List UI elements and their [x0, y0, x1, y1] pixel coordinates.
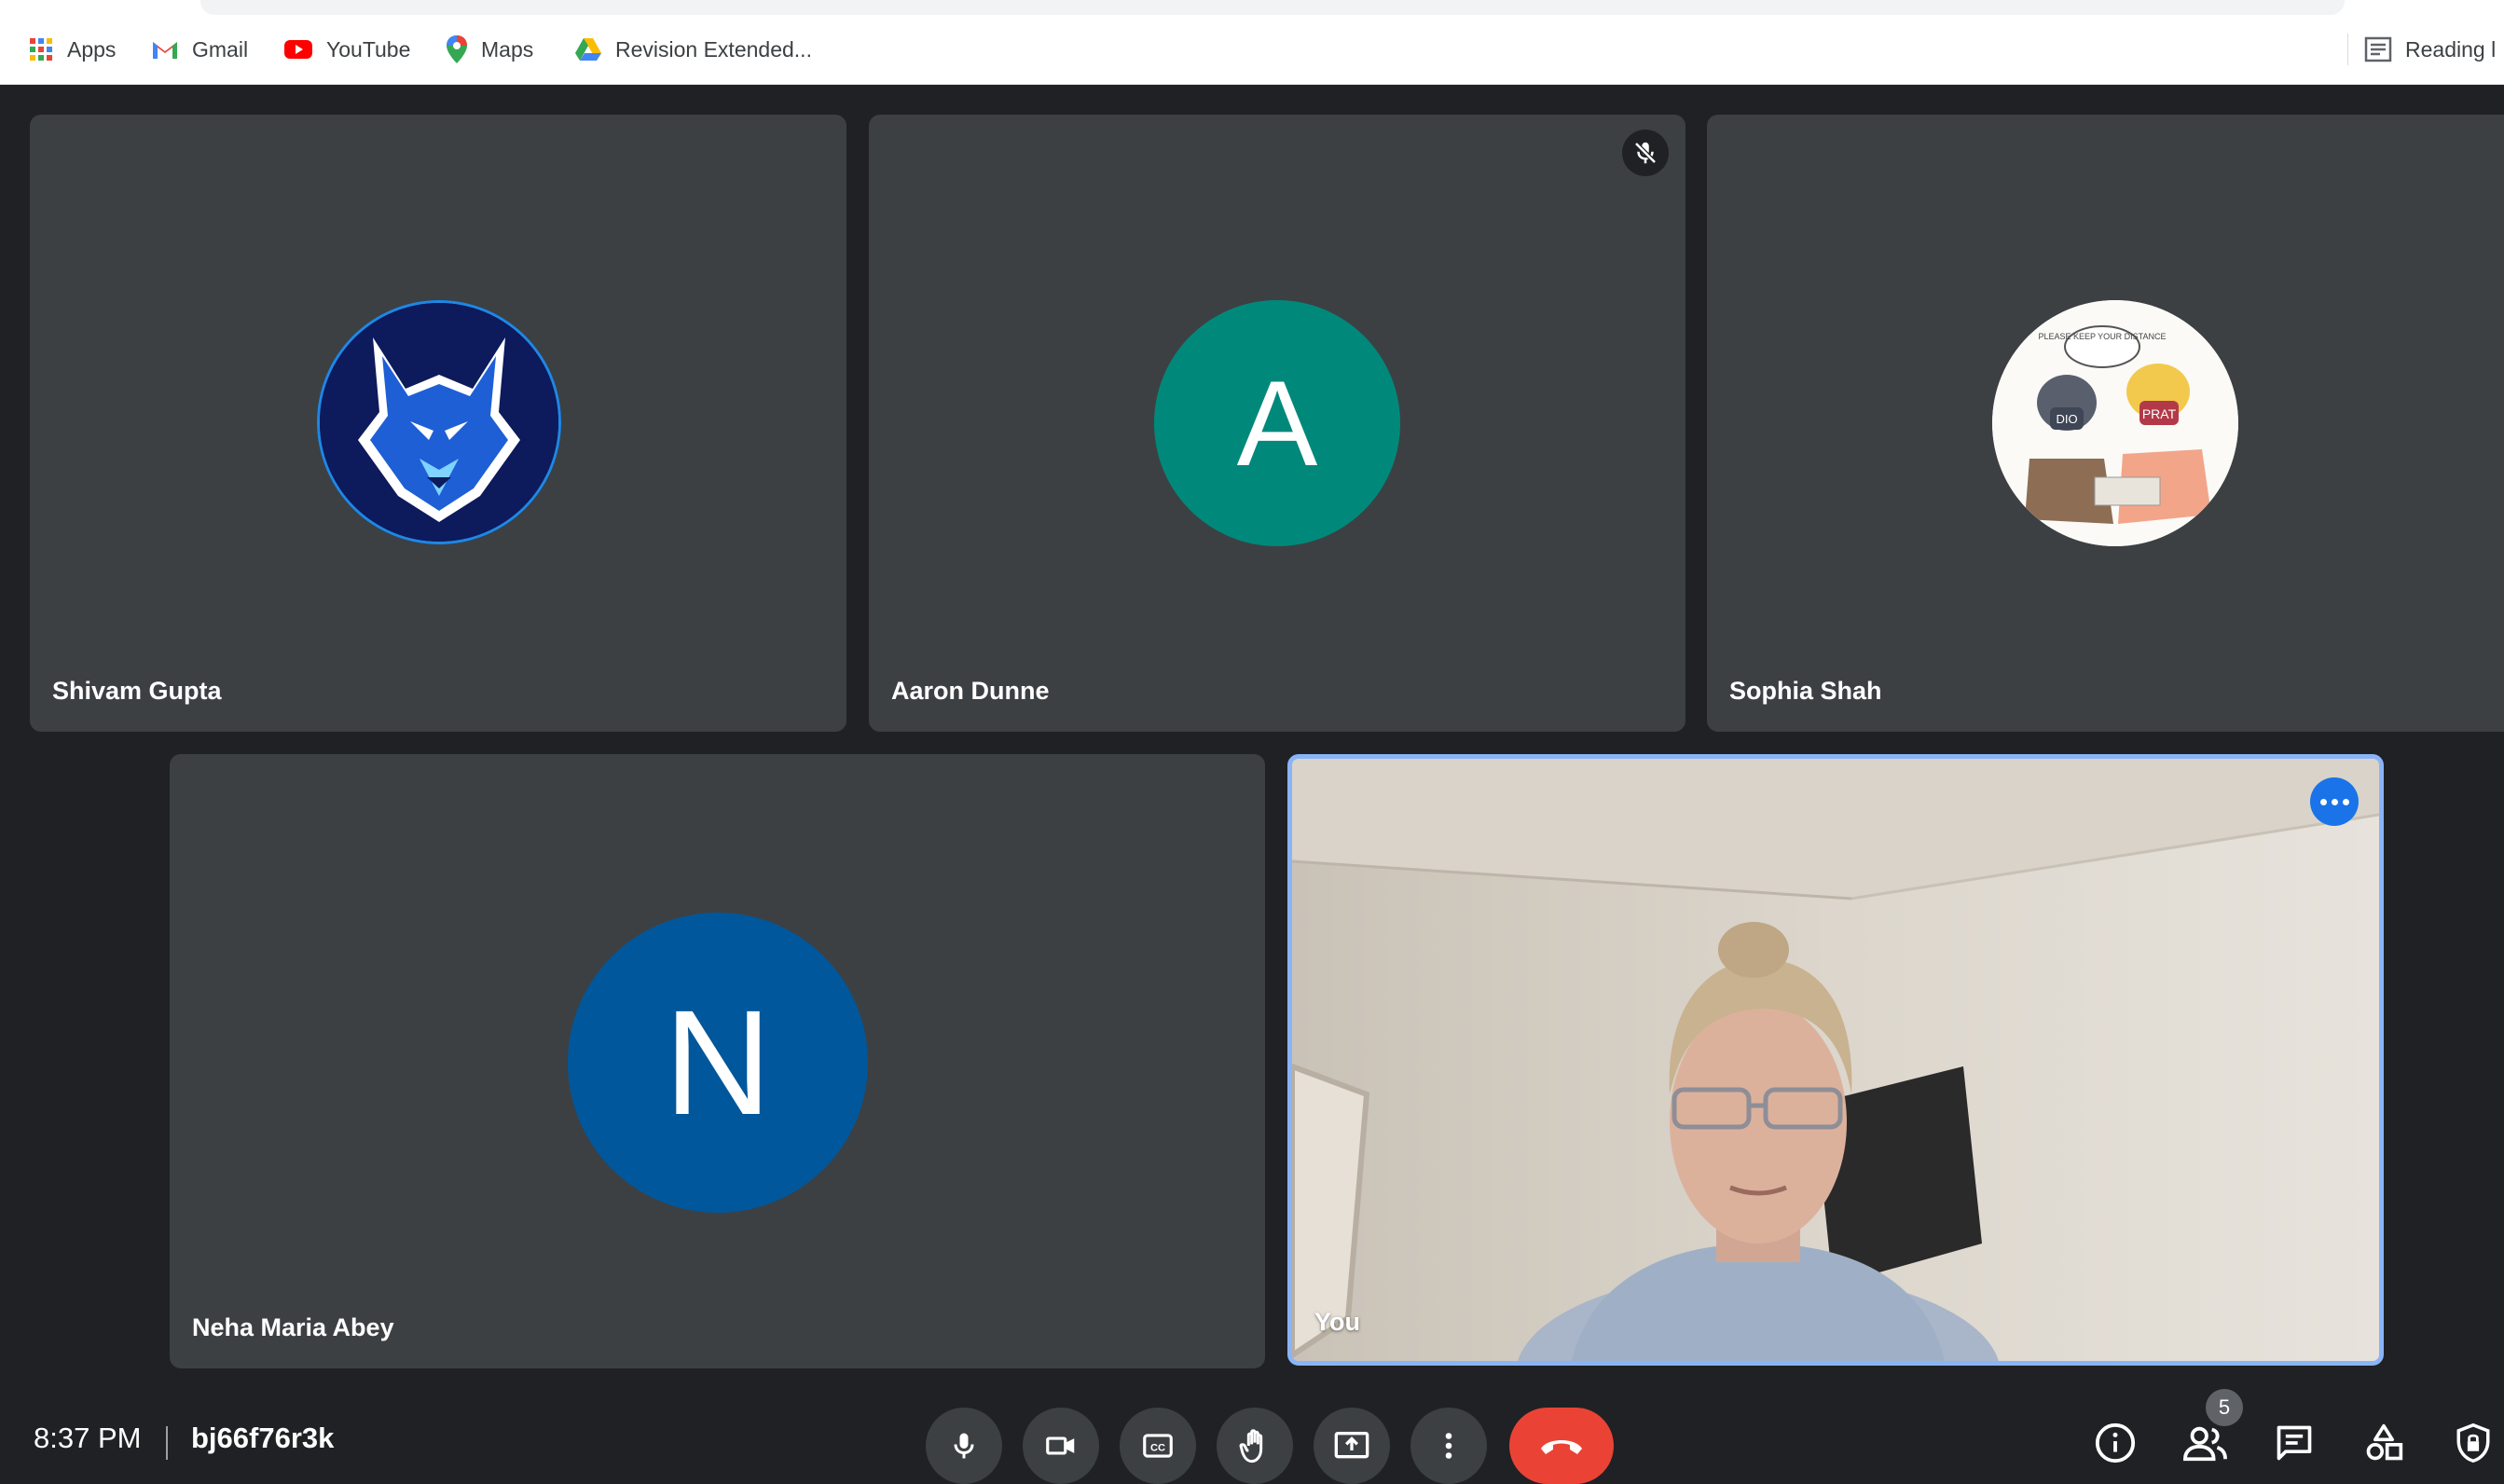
apps-grid-icon	[30, 38, 52, 61]
mic-icon	[954, 1433, 974, 1459]
reading-list-button[interactable]: Reading l	[2364, 31, 2496, 68]
host-controls-button[interactable]	[2447, 1417, 2499, 1469]
meeting-time: 8:37 PM	[34, 1422, 142, 1454]
participant-name: Sophia Shah	[1729, 677, 1882, 705]
present-icon	[1334, 1432, 1369, 1459]
bookmark-label: YouTube	[326, 36, 411, 62]
svg-text:CC: CC	[1150, 1443, 1165, 1454]
raise-hand-button[interactable]	[1217, 1408, 1293, 1484]
self-tile-more-button[interactable]	[2310, 777, 2359, 826]
activities-button[interactable]	[2358, 1417, 2410, 1469]
bookmarks-divider	[2347, 34, 2348, 65]
google-drive-icon	[575, 38, 601, 61]
bookmark-label: Maps	[481, 36, 534, 62]
camera-button[interactable]	[1023, 1408, 1099, 1484]
reading-list-icon	[2364, 36, 2392, 62]
wolf-logo-icon	[320, 303, 558, 542]
bookmark-maps[interactable]: Maps	[446, 31, 533, 68]
participant-tile-shivam-gupta[interactable]: Shivam Gupta	[30, 115, 846, 732]
avatar-comic-drawing: PLEASE KEEP YOUR DISTANCE DIO PRAT	[1992, 300, 2238, 546]
bookmark-label: Gmail	[192, 36, 249, 62]
youtube-icon	[284, 40, 312, 59]
more-options-icon	[1445, 1433, 1452, 1459]
captions-icon: CC	[1143, 1434, 1173, 1458]
host-controls-icon	[2456, 1422, 2490, 1463]
microphone-button[interactable]	[926, 1408, 1002, 1484]
bookmark-label: Revision Extended...	[615, 36, 812, 62]
participant-tile-sophia-shah[interactable]: PLEASE KEEP YOUR DISTANCE DIO PRAT Sophi…	[1707, 115, 2504, 732]
more-dot-icon	[2319, 798, 2327, 805]
raise-hand-icon	[1239, 1429, 1263, 1463]
avatar-letter: N	[568, 913, 868, 1213]
info-icon	[2095, 1422, 2136, 1463]
captions-button[interactable]: CC	[1120, 1408, 1196, 1484]
hang-up-icon	[1541, 1440, 1582, 1454]
chat-icon	[2277, 1425, 2312, 1461]
participant-tile-neha-maria-abey[interactable]: N Neha Maria Abey	[170, 754, 1265, 1368]
participant-tile-self-video[interactable]: You	[1287, 754, 2384, 1366]
mic-off-icon	[1622, 130, 1669, 176]
bottom-bar-divider	[166, 1426, 168, 1460]
activities-icon	[2366, 1423, 2403, 1461]
people-count-badge: 5	[2206, 1389, 2243, 1426]
avatar-wolf-logo	[317, 300, 561, 544]
bookmarks-bar: Apps Gmail YouTube Maps Revision Extende…	[0, 0, 2504, 85]
participant-tile-aaron-dunne[interactable]: A Aaron Dunne	[869, 115, 1685, 732]
avatar-letter: A	[1154, 300, 1400, 546]
meeting-details-button[interactable]	[2089, 1417, 2141, 1469]
more-options-button[interactable]	[1410, 1408, 1487, 1484]
participant-name: Aaron Dunne	[891, 677, 1050, 705]
participant-name: Neha Maria Abey	[192, 1313, 394, 1341]
more-dot-icon	[2342, 798, 2349, 805]
reading-list-label: Reading l	[2405, 36, 2497, 62]
comic-drawing-image: PLEASE KEEP YOUR DISTANCE DIO PRAT	[1992, 300, 2238, 546]
bookmark-label: Apps	[67, 36, 117, 62]
participant-name: You	[1314, 1308, 1360, 1336]
address-bar[interactable]	[200, 0, 2345, 15]
present-button[interactable]	[1314, 1408, 1390, 1484]
participant-name: Shivam Gupta	[52, 677, 222, 705]
bookmark-revision[interactable]: Revision Extended...	[574, 31, 812, 68]
comic-bubble-text: PLEASE KEEP YOUR DISTANCE	[2038, 332, 2166, 341]
bookmark-apps[interactable]: Apps	[28, 31, 116, 68]
chat-button[interactable]	[2268, 1417, 2320, 1469]
people-icon	[2182, 1426, 2227, 1462]
camera-icon	[1046, 1436, 1075, 1455]
maps-pin-icon	[447, 35, 467, 63]
more-dot-icon	[2331, 798, 2338, 805]
self-video-feed	[1292, 759, 2379, 1361]
meeting-code: bj66f76r3k	[191, 1422, 335, 1454]
bookmark-gmail[interactable]: Gmail	[151, 31, 248, 68]
comic-mask-right-text: PRAT	[2142, 406, 2177, 421]
bookmark-youtube[interactable]: YouTube	[283, 31, 410, 68]
gmail-icon	[153, 42, 177, 59]
comic-mask-left-text: DIO	[2056, 412, 2077, 426]
leave-call-button[interactable]	[1509, 1408, 1614, 1484]
